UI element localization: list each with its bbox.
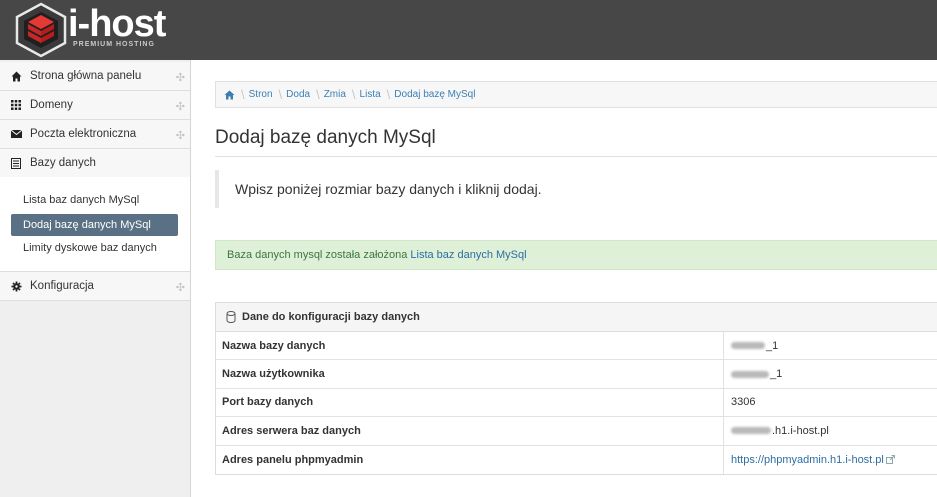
breadcrumb-item[interactable]: Zmia (324, 89, 346, 100)
row-value: _1 (766, 339, 779, 352)
breadcrumb: \ Stron \ Doda \ Zmia \ Lista \ Dodaj ba… (215, 81, 937, 108)
gear-icon (10, 280, 22, 292)
submenu-item-disk-limits[interactable]: Limity dyskowe baz danych (11, 237, 178, 259)
sidebar-item-home[interactable]: Strona główna panelu ✣ (0, 62, 190, 91)
row-value: 3306 (731, 396, 756, 409)
sidebar-item-label: Konfiguracja (30, 280, 94, 292)
brand-name[interactable]: i-host (68, 4, 166, 44)
database-icon (226, 311, 236, 323)
sidebar-item-label: Bazy danych (30, 157, 96, 169)
home-icon (10, 70, 22, 82)
table-row: Adres serwera baz danych .h1.i-host.pl (216, 417, 937, 446)
submenu-item-add-database[interactable]: Dodaj bazę danych MySql (11, 214, 178, 236)
breadcrumb-item[interactable]: Lista (360, 89, 381, 100)
redacted-text (731, 370, 769, 378)
alert-link[interactable]: Lista baz danych MySql (410, 249, 526, 261)
expand-icon: ✣ (175, 72, 185, 84)
submenu-item-list-databases[interactable]: Lista baz danych MySql (11, 189, 178, 211)
home-icon[interactable] (224, 90, 235, 100)
alert-text: Baza danych mysql została założona (227, 249, 408, 261)
sidebar-item-label: Domeny (30, 99, 73, 111)
row-key: Nazwa bazy danych (216, 332, 724, 360)
envelope-icon (10, 128, 22, 140)
sidebar: Strona główna panelu ✣ Domeny ✣ Poczta e… (0, 60, 191, 497)
breadcrumb-current[interactable]: Dodaj bazę MySql (394, 89, 475, 100)
logo-icon[interactable] (14, 2, 68, 58)
expand-icon: ✣ (175, 101, 185, 113)
row-key: Adres panelu phpmyadmin (216, 445, 724, 474)
phpmyadmin-link[interactable]: https://phpmyadmin.h1.i-host.pl (731, 454, 884, 466)
breadcrumb-separator: \ (316, 87, 320, 102)
list-icon (10, 157, 22, 169)
panel-title: Dane do konfiguracji bazy danych (242, 311, 420, 323)
breadcrumb-item[interactable]: Doda (286, 89, 310, 100)
db-config-panel: Dane do konfiguracji bazy danych Nazwa b… (215, 302, 937, 475)
sidebar-item-label: Strona główna panelu (30, 70, 142, 82)
sidebar-item-domains[interactable]: Domeny ✣ (0, 91, 190, 120)
breadcrumb-separator: \ (386, 87, 391, 102)
row-value: .h1.i-host.pl (772, 424, 829, 437)
redacted-text (731, 342, 765, 350)
databases-submenu: Lista baz danych MySql Dodaj bazę danych… (0, 177, 190, 272)
expand-icon: ✣ (175, 282, 185, 294)
breadcrumb-separator: \ (351, 87, 356, 102)
breadcrumb-item[interactable]: Stron (249, 89, 273, 100)
external-link-icon (885, 455, 895, 465)
sidebar-item-label: Poczta elektroniczna (30, 128, 137, 140)
title-divider (215, 156, 937, 157)
table-row: Adres panelu phpmyadmin https://phpmyadm… (216, 445, 937, 474)
row-key: Port bazy danych (216, 388, 724, 417)
row-value-cell: _1 (724, 332, 937, 359)
expand-icon: ✣ (175, 130, 185, 142)
success-alert: Baza danych mysql została założona Lista… (215, 240, 937, 270)
page-title: Dodaj bazę danych MySql (215, 127, 436, 148)
row-value: _1 (770, 368, 783, 381)
top-header: i-host PREMIUM HOSTING (0, 0, 937, 60)
row-value-cell: .h1.i-host.pl (724, 417, 937, 444)
brand-tagline: PREMIUM HOSTING (73, 41, 155, 48)
sidebar-item-databases[interactable]: Bazy danych (0, 149, 190, 178)
row-value-cell: 3306 (724, 389, 937, 416)
row-key: Adres serwera baz danych (216, 417, 724, 445)
row-key: Nazwa użytkownika (216, 360, 724, 388)
table-row: Nazwa użytkownika _1 (216, 360, 937, 389)
sidebar-item-configuration[interactable]: Konfiguracja ✣ (0, 272, 190, 301)
breadcrumb-separator: \ (278, 87, 283, 102)
redacted-text (731, 427, 771, 435)
breadcrumb-separator: \ (241, 87, 245, 102)
table-row: Port bazy danych 3306 (216, 388, 937, 418)
panel-header: Dane do konfiguracji bazy danych (216, 303, 937, 332)
row-value-cell: https://phpmyadmin.h1.i-host.pl (724, 446, 937, 474)
row-value-cell: _1 (724, 360, 937, 387)
grid-icon (10, 99, 22, 111)
table-row: Nazwa bazy danych _1 (216, 332, 937, 361)
sidebar-item-email[interactable]: Poczta elektroniczna ✣ (0, 120, 190, 149)
lead-text: Wpisz poniżej rozmiar bazy danych i klik… (215, 170, 937, 208)
